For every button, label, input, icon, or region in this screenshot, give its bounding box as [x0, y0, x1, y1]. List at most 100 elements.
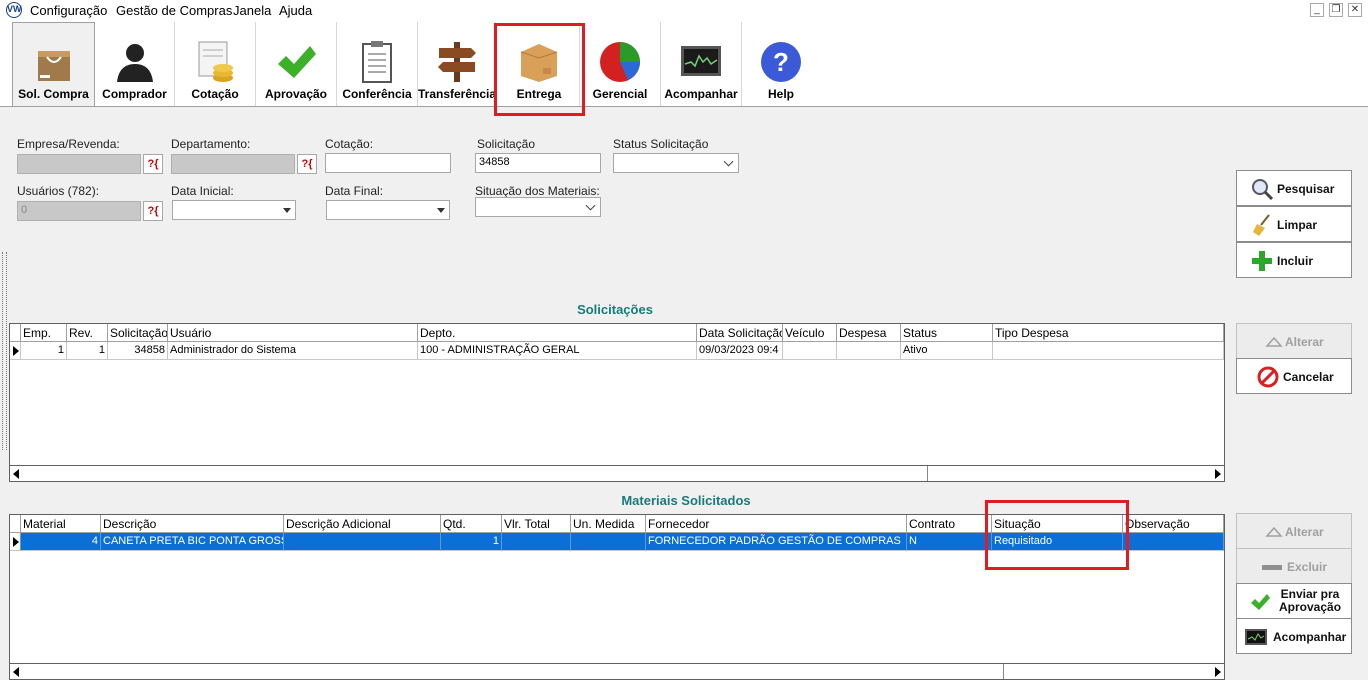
cotacao-label: Cotação: — [325, 137, 374, 151]
tab-sol-compra[interactable]: Sol. Compra — [12, 22, 95, 106]
usuarios-field[interactable]: 0 — [17, 201, 141, 221]
cell[interactable]: N — [907, 533, 992, 551]
column-header[interactable]: Descrição Adicional — [284, 515, 441, 533]
button-label: Alterar — [1285, 525, 1324, 539]
restore-icon[interactable]: ❐ — [1329, 3, 1343, 17]
scroll-left-icon[interactable] — [13, 469, 19, 479]
empresa-lookup-icon[interactable]: ?{ — [143, 154, 163, 174]
button-label: Acompanhar — [1273, 630, 1347, 644]
tab-comprador[interactable]: Comprador — [95, 22, 175, 106]
enviar-aprovacao-button[interactable]: Enviar pra Aprovação — [1236, 583, 1352, 619]
scroll-right-icon[interactable] — [1215, 469, 1221, 479]
splitter-handle[interactable] — [2, 252, 7, 450]
limpar-button[interactable]: Limpar — [1236, 206, 1352, 242]
column-header[interactable]: Observação — [1123, 515, 1224, 533]
incluir-button[interactable]: Incluir — [1236, 242, 1352, 278]
cell[interactable]: Ativo — [901, 342, 993, 360]
column-header[interactable]: Vlr. Total — [502, 515, 571, 533]
vw-logo-icon[interactable]: VW — [6, 2, 22, 18]
cell[interactable]: 100 - ADMINISTRAÇÃO GERAL — [418, 342, 697, 360]
cell[interactable] — [837, 342, 901, 360]
acompanhar-button[interactable]: Acompanhar — [1236, 618, 1352, 654]
usuarios-lookup-icon[interactable]: ?{ — [143, 201, 163, 221]
close-icon[interactable]: ✕ — [1348, 3, 1362, 17]
cell[interactable] — [284, 533, 441, 551]
button-label: Incluir — [1277, 254, 1314, 268]
scroll-thumb[interactable] — [28, 664, 1004, 679]
tab-conferencia[interactable]: Conferência — [337, 22, 418, 106]
column-header[interactable]: Contrato — [907, 515, 992, 533]
tab-aprovacao[interactable]: Aprovação — [256, 22, 337, 106]
pesquisar-button[interactable]: Pesquisar — [1236, 170, 1352, 206]
signpost-icon — [437, 42, 476, 82]
scroll-left-icon[interactable] — [13, 667, 19, 677]
menu-janela[interactable]: Janela — [233, 3, 271, 18]
data-final-select[interactable] — [326, 200, 450, 220]
highlight-entrega-box — [494, 23, 585, 116]
button-label: Pesquisar — [1277, 182, 1335, 196]
column-header[interactable]: Depto. — [418, 324, 697, 342]
cell[interactable] — [1123, 533, 1224, 551]
cotacao-field[interactable] — [325, 153, 451, 173]
scroll-thumb[interactable] — [28, 466, 928, 481]
data-inicial-select[interactable] — [172, 200, 296, 220]
cell[interactable]: 34858 — [108, 342, 168, 360]
minimize-icon[interactable]: _ — [1310, 3, 1324, 17]
column-header[interactable]: Fornecedor — [646, 515, 907, 533]
column-header[interactable]: Data Solicitação — [697, 324, 783, 342]
column-header[interactable]: Descrição — [101, 515, 284, 533]
situacao-materiais-select[interactable] — [475, 197, 601, 217]
cell[interactable] — [783, 342, 837, 360]
status-solicitacao-select[interactable] — [613, 153, 739, 173]
column-header[interactable]: Material — [21, 515, 101, 533]
column-header[interactable]: Despesa — [837, 324, 901, 342]
cell[interactable]: Administrador do Sistema — [168, 342, 418, 360]
column-header[interactable]: Solicitação — [108, 324, 168, 342]
cancelar-button[interactable]: Cancelar — [1236, 358, 1352, 394]
excluir-button[interactable]: Excluir — [1236, 548, 1352, 584]
tab-label: Conferência — [342, 87, 412, 101]
column-header[interactable]: Tipo Despesa — [993, 324, 1224, 342]
column-header[interactable]: Usuário — [168, 324, 418, 342]
departamento-field[interactable] — [171, 154, 295, 174]
button-label: Enviar pra Aprovação — [1279, 588, 1341, 614]
check-icon — [1251, 594, 1270, 610]
cell[interactable] — [571, 533, 646, 551]
broom-icon — [1253, 214, 1270, 236]
pie-chart-icon — [600, 42, 640, 82]
cell[interactable]: CANETA PRETA BIC PONTA GROSSA — [101, 533, 284, 551]
column-header[interactable]: Qtd. — [441, 515, 502, 533]
alterar-material-button[interactable]: Alterar — [1236, 513, 1352, 549]
situacao-materiais-label: Situação dos Materiais: — [475, 184, 600, 198]
cell[interactable] — [993, 342, 1224, 360]
materiais-hscrollbar[interactable] — [9, 663, 1225, 680]
cell[interactable]: 4 — [21, 533, 101, 551]
column-header[interactable]: Veículo — [783, 324, 837, 342]
tab-acompanhar[interactable]: Acompanhar — [661, 22, 742, 106]
departamento-lookup-icon[interactable]: ?{ — [297, 154, 317, 174]
tab-gerencial[interactable]: Gerencial — [580, 22, 661, 106]
alterar-solicitacao-button[interactable]: Alterar — [1236, 323, 1352, 359]
dropdown-arrow-icon — [283, 208, 291, 213]
tab-transferencia[interactable]: Transferência — [418, 22, 496, 106]
column-header[interactable]: Status — [901, 324, 993, 342]
tab-cotacao[interactable]: Cotação — [175, 22, 256, 106]
scroll-right-icon[interactable] — [1215, 667, 1221, 677]
column-header[interactable]: Rev. — [67, 324, 108, 342]
cell[interactable]: 1 — [67, 342, 108, 360]
cell[interactable]: FORNECEDOR PADRÃO GESTÃO DE COMPRAS — [646, 533, 907, 551]
column-header[interactable]: Un. Medida — [571, 515, 646, 533]
cell[interactable]: 09/03/2023 09:4 — [697, 342, 783, 360]
plus-icon — [1252, 251, 1272, 271]
solicitacao-field[interactable]: 34858 — [475, 153, 601, 173]
cell[interactable]: 1 — [441, 533, 502, 551]
menu-configuracao[interactable]: Configuração — [30, 3, 107, 18]
cell[interactable]: 1 — [21, 342, 67, 360]
menu-ajuda[interactable]: Ajuda — [279, 3, 312, 18]
tab-help[interactable]: ? Help — [742, 22, 820, 106]
solicitacoes-hscrollbar[interactable] — [9, 465, 1225, 482]
empresa-field[interactable] — [17, 154, 141, 174]
cell[interactable] — [502, 533, 571, 551]
menu-gestao-de-compras[interactable]: Gestão de Compras — [116, 3, 232, 18]
column-header[interactable]: Emp. — [21, 324, 67, 342]
